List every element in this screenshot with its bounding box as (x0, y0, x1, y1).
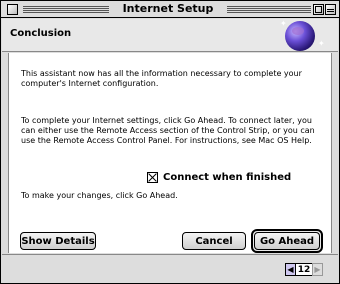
left-arrow-icon[interactable]: ◀ (285, 262, 296, 276)
title-stripes-left (23, 5, 109, 14)
cancel-button[interactable]: Cancel (182, 232, 246, 250)
close-box[interactable] (7, 4, 18, 15)
collapse-box[interactable] (325, 4, 336, 15)
title-stripes-right (227, 5, 311, 14)
go-ahead-button[interactable]: Go Ahead (254, 232, 320, 250)
page-number: 12 (296, 262, 312, 276)
connect-when-finished-option[interactable]: Connect when finished (147, 170, 291, 184)
step-header: Conclusion ✦ ✦ (2, 19, 338, 52)
intro-text: This assistant now has all the informati… (21, 69, 302, 88)
right-arrow-icon[interactable]: ▶ (312, 262, 323, 276)
content-panel: This assistant now has all the informati… (8, 53, 332, 253)
step-title: Conclusion (10, 28, 72, 39)
sparkle-icon: ✦ (318, 39, 325, 48)
sparkle-icon: ✦ (280, 19, 287, 28)
setup-window: Internet Setup Assistant Conclusion ✦ ✦ … (0, 0, 340, 284)
window-title: Internet Setup Assistant (109, 1, 227, 31)
globe-icon (285, 21, 315, 51)
title-bar[interactable]: Internet Setup Assistant (1, 1, 339, 31)
instructions-text: To complete your Internet settings, clic… (21, 116, 315, 145)
zoom-box[interactable] (313, 4, 324, 15)
connect-checkbox-label[interactable]: Connect when finished (163, 172, 291, 183)
final-text: To make your changes, click Go Ahead. (21, 191, 178, 200)
page-navigator: ◀ 12 ▶ (285, 262, 323, 276)
bottom-bar: ◀ 12 ▶ (2, 254, 338, 283)
connect-checkbox[interactable] (147, 171, 158, 183)
show-details-button[interactable]: Show Details (20, 232, 96, 250)
